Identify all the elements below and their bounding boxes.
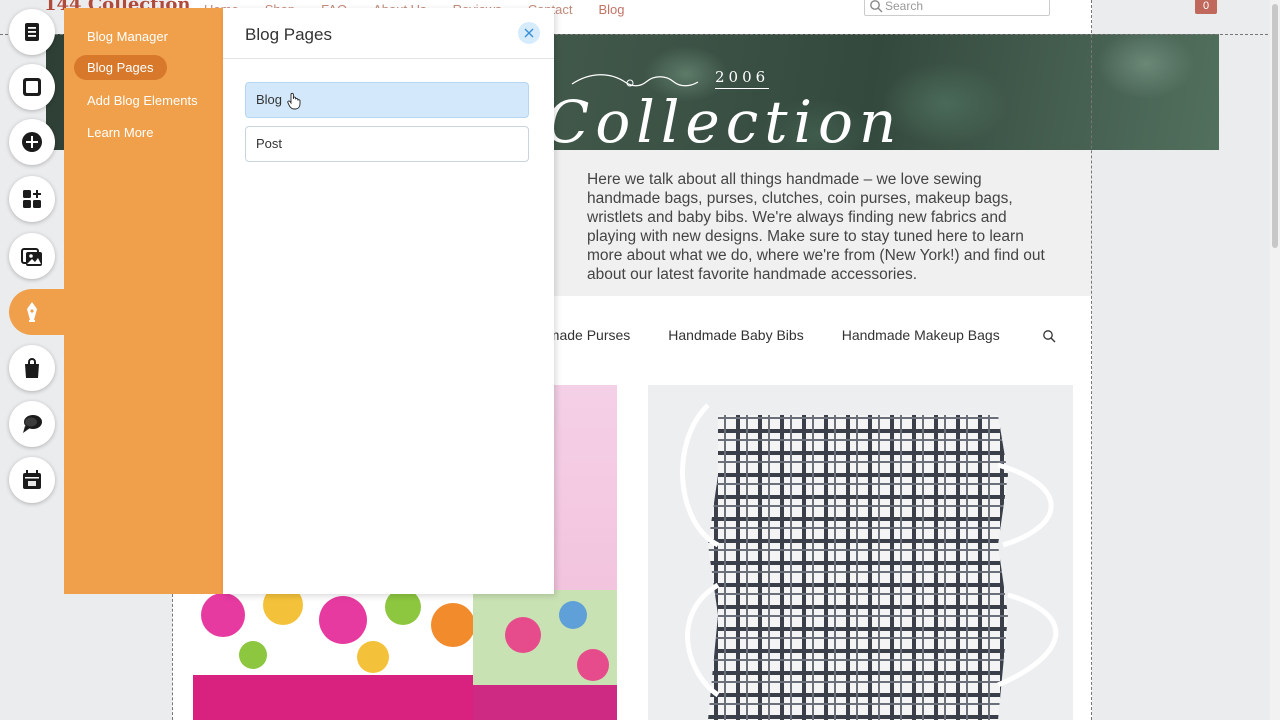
side-item-learn-more[interactable]: Learn More — [87, 125, 153, 140]
add-apps-icon — [23, 190, 41, 208]
hero-title: Collection — [545, 88, 903, 156]
nav-blog[interactable]: Blog — [599, 2, 625, 17]
guide-line-right — [1091, 0, 1092, 720]
side-item-add-blog-elements[interactable]: Add Blog Elements — [87, 93, 198, 108]
page-item-label: Post — [256, 136, 283, 151]
page-item-label: Blog — [256, 92, 283, 107]
side-item-blog-pages[interactable]: Blog Pages — [74, 55, 167, 80]
tool-pages-button[interactable] — [9, 9, 55, 55]
tool-blog-button[interactable] — [9, 289, 69, 335]
side-item-blog-manager[interactable]: Blog Manager — [87, 29, 168, 44]
tool-store-button[interactable] — [9, 345, 55, 391]
close-button[interactable] — [518, 22, 540, 44]
bookings-calendar-icon — [23, 470, 41, 489]
category-baby-bibs[interactable]: Handmade Baby Bibs — [668, 327, 803, 343]
search-placeholder: Search — [885, 0, 924, 13]
plaid-masks-illustration — [680, 403, 1058, 720]
store-bag-icon — [25, 358, 39, 378]
editor-toolbar — [0, 0, 69, 720]
tool-background-button[interactable] — [9, 64, 55, 110]
hero-year: 2006 — [715, 68, 770, 89]
blog-pages-panel: Blog Pages Blog Post — [223, 8, 554, 594]
panel-title: Blog Pages — [245, 25, 332, 44]
background-icon — [23, 78, 41, 96]
page-scrollbar[interactable] — [1270, 0, 1280, 720]
blog-pen-icon — [27, 302, 37, 322]
category-makeup-bags[interactable]: Handmade Makeup Bags — [842, 327, 1000, 343]
tool-add-button[interactable] — [9, 119, 55, 165]
tool-chat-button[interactable] — [9, 401, 55, 447]
search-icon — [870, 0, 883, 13]
tool-add-apps-button[interactable] — [9, 176, 55, 222]
search-icon[interactable] — [1042, 329, 1056, 343]
page-item-post[interactable]: Post — [245, 126, 529, 162]
pages-icon — [25, 23, 39, 41]
panel-divider — [223, 58, 554, 59]
intro-text: Here we talk about all things handmade –… — [587, 171, 1045, 283]
chat-icon — [23, 415, 42, 433]
blog-panel-sidebar: Blog Manager Blog Pages Add Blog Element… — [64, 8, 223, 594]
post-image-face-masks[interactable] — [648, 385, 1073, 720]
site-search-input[interactable]: Search — [864, 0, 1050, 16]
category-menu: dmade Purses Handmade Baby Bibs Handmade… — [540, 327, 1000, 343]
guide-line-left — [172, 594, 173, 720]
media-icon — [21, 248, 42, 266]
add-icon — [22, 132, 42, 152]
close-icon — [524, 28, 534, 38]
tool-media-button[interactable] — [9, 233, 55, 279]
tool-bookings-button[interactable] — [9, 457, 55, 503]
scrollbar-thumb[interactable] — [1272, 4, 1278, 248]
hand-cursor-icon — [287, 92, 301, 110]
cart-badge[interactable]: 0 — [1195, 0, 1217, 14]
